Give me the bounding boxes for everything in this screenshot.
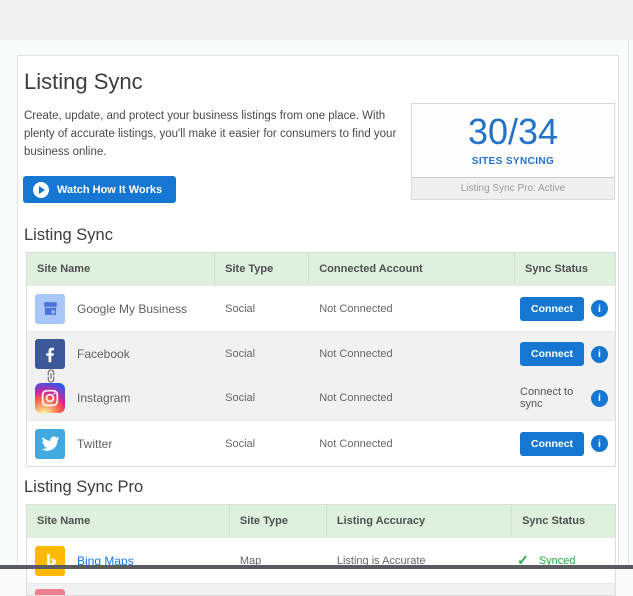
column-header-site-name: Site Name <box>27 505 230 537</box>
sites-syncing-caption: SITES SYNCING <box>412 156 614 167</box>
table-row-google-my-business: Google My Business Social Not Connected … <box>27 285 615 331</box>
connected-account-value: Not Connected <box>309 348 515 360</box>
connected-account-value: Not Connected <box>309 438 515 450</box>
listing-sync-table: Site Name Site Type Connected Account Sy… <box>26 252 616 467</box>
site-type-value: Social <box>215 303 309 315</box>
connect-to-sync-label: Connect to sync <box>520 386 591 410</box>
instagram-icon <box>35 383 65 413</box>
column-header-site-name: Site Name <box>27 253 215 285</box>
connected-account-value: Not Connected <box>309 303 515 315</box>
sites-syncing-panel: 30/34 SITES SYNCING Listing Sync Pro: Ac… <box>411 103 615 200</box>
table-row-twitter: Twitter Social Not Connected Connect i <box>27 420 615 466</box>
site-type-value: Social <box>215 348 309 360</box>
play-circle-icon <box>33 182 49 198</box>
column-header-site-type: Site Type <box>230 505 327 537</box>
connect-button[interactable]: Connect <box>520 342 584 366</box>
table-row-facebook: Facebook Social Not Connected Connect i <box>27 332 615 376</box>
listing-sync-pro-table: Site Name Site Type Listing Accuracy Syn… <box>26 504 616 596</box>
bing-maps-icon <box>35 546 65 576</box>
info-icon[interactable]: i <box>591 390 608 407</box>
sites-syncing-count: 30/34 <box>412 109 614 154</box>
table-row-instagram: Instagram Social Not Connected Connect t… <box>27 376 615 420</box>
site-type-value: Social <box>215 392 309 404</box>
site-name-label: Google My Business <box>77 302 187 316</box>
table-header-row: Site Name Site Type Listing Accuracy Syn… <box>27 505 615 537</box>
listing-sync-card: Listing Sync Create, update, and protect… <box>17 55 619 567</box>
column-header-sync-status: Sync Status <box>512 505 615 537</box>
watch-how-it-works-button[interactable]: Watch How It Works <box>23 176 176 203</box>
listing-sync-section-heading: Listing Sync <box>24 226 618 245</box>
site-name-label: Instagram <box>77 391 130 405</box>
site-name-label: Twitter <box>77 437 112 451</box>
page-description: Create, update, and protect your busines… <box>24 108 414 161</box>
twitter-icon <box>35 429 65 459</box>
column-header-connected-account: Connected Account <box>309 253 515 285</box>
listing-sync-pro-status: Listing Sync Pro: Active <box>412 177 614 199</box>
google-my-business-icon <box>35 294 65 324</box>
listing-sync-pro-section-heading: Listing Sync Pro <box>24 478 618 497</box>
scrollbar-track[interactable] <box>628 40 629 565</box>
page-title: Listing Sync <box>24 69 618 95</box>
column-header-site-type: Site Type <box>215 253 309 285</box>
facebook-instagram-linked-group: Facebook Social Not Connected Connect i <box>27 331 615 420</box>
info-icon[interactable]: i <box>591 300 608 317</box>
facebook-icon <box>35 339 65 369</box>
info-icon[interactable]: i <box>591 435 608 452</box>
link-icon <box>43 368 59 384</box>
connect-button[interactable]: Connect <box>520 297 584 321</box>
table-header-row: Site Name Site Type Connected Account Sy… <box>27 253 615 285</box>
connected-account-value: Not Connected <box>309 392 515 404</box>
site-type-value: Social <box>215 438 309 450</box>
window-bottom-edge <box>0 565 633 569</box>
site-name-label: Facebook <box>77 347 130 361</box>
connect-button[interactable]: Connect <box>520 432 584 456</box>
watch-button-label: Watch How It Works <box>57 184 162 196</box>
top-gray-band <box>0 0 633 40</box>
yelp-icon <box>35 589 65 595</box>
info-icon[interactable]: i <box>591 346 608 363</box>
column-header-sync-status: Sync Status <box>515 253 615 285</box>
table-row-bing-maps: Bing Maps Map Listing is Accurate ✓ Sync… <box>27 537 615 583</box>
table-row-partial <box>27 583 615 595</box>
column-header-listing-accuracy: Listing Accuracy <box>327 505 512 537</box>
